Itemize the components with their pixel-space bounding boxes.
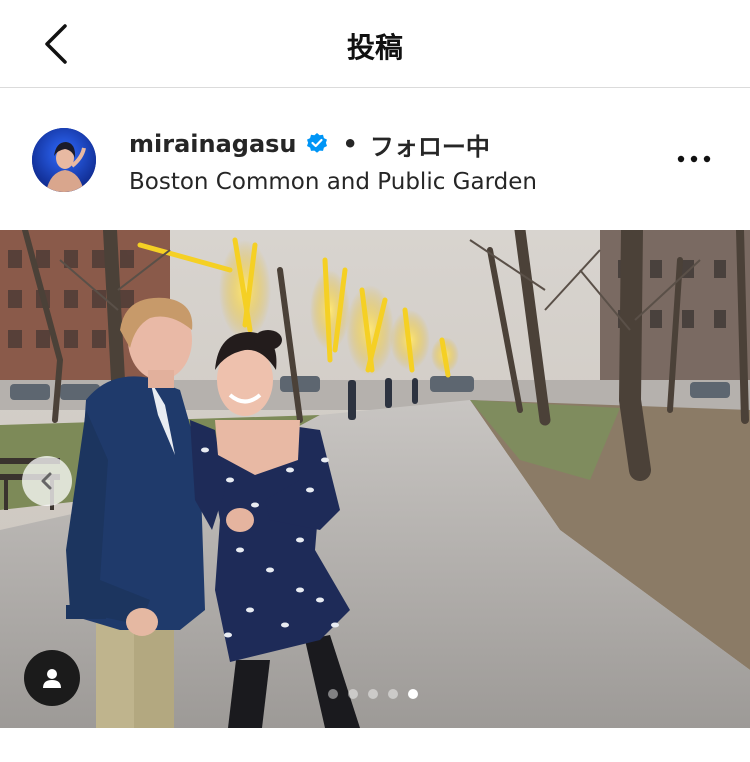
verified-badge-icon	[305, 132, 329, 156]
more-horizontal-icon	[677, 155, 711, 163]
carousel-dot	[388, 689, 398, 699]
more-options-button[interactable]	[672, 141, 716, 177]
chevron-left-icon	[41, 472, 52, 490]
page-title: 投稿	[346, 31, 403, 64]
post-photo[interactable]	[0, 230, 750, 728]
carousel-prev-button[interactable]	[22, 456, 72, 506]
carousel-dot	[328, 689, 338, 699]
avatar[interactable]	[32, 128, 96, 192]
carousel-dot	[368, 689, 378, 699]
username[interactable]: mirainagasu	[129, 130, 297, 158]
tagged-users-button[interactable]	[24, 650, 80, 706]
post-header: mirainagasu • フォロー中 Boston Common and Pu…	[0, 89, 750, 230]
separator-dot: •	[342, 130, 358, 158]
user-icon	[43, 669, 61, 688]
carousel-indicator	[328, 689, 418, 699]
user-line: mirainagasu • フォロー中	[129, 127, 490, 161]
top-bar: 投稿	[0, 0, 750, 88]
carousel-dot	[348, 689, 358, 699]
location-link[interactable]: Boston Common and Public Garden	[129, 169, 537, 195]
carousel-dot-active	[408, 689, 418, 699]
follow-status[interactable]: フォロー中	[370, 127, 490, 162]
